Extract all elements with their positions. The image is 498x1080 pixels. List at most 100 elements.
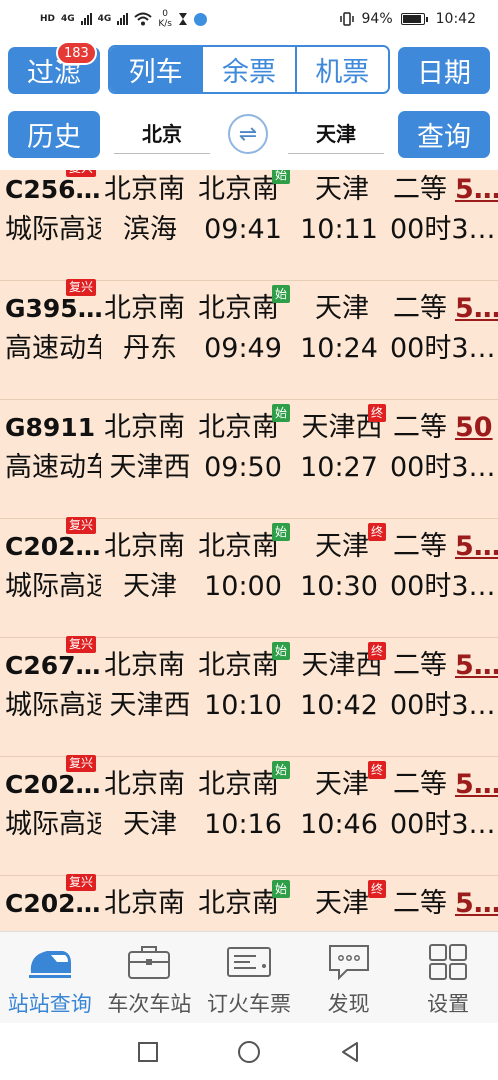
departure-time: 10:10 [204,690,282,721]
train-row[interactable]: C267… 城际高速 北京南 北京南 天津西 二等 5… 天津西 10:10 10:42 00时3…… [0,636,498,757]
ticket-icon [225,942,273,982]
train-type: 城际高速 [5,809,101,840]
tab-remaining-tickets[interactable]: 余票 [201,47,295,92]
terminal-station: 天津 [123,809,177,840]
to-station: 天津 [315,174,369,205]
ticket-price[interactable]: 5… [455,884,498,924]
date-button[interactable]: 日期 [398,47,490,94]
nav-label: 设置 [427,992,470,1016]
ticket-price[interactable]: 5… [455,170,498,210]
origin-badge: 始 [272,523,290,541]
sim2-network: 4G [97,14,112,24]
nav-discover[interactable]: 发现 [299,932,399,1023]
terminus-badge: 终 [368,523,386,541]
origin-badge: 始 [272,761,290,779]
departure-time: 09:49 [204,333,282,364]
sim1-network: 4G [61,14,75,24]
fuxing-badge: 复兴 [66,279,97,296]
origin-badge: 始 [272,880,290,898]
train-row[interactable]: G8911 高速动车 北京南 北京南 天津西 二等 50 天津西 09:50 10:27 00时3…… [0,400,498,519]
duration: 00时3… [390,571,496,602]
ticket-price[interactable]: 5… [455,765,498,805]
terminal-station: 天津西 [109,452,191,483]
origin-badge: 始 [272,642,290,660]
duration: 00时3… [390,690,496,721]
from-station-field[interactable]: 北京 [114,112,210,154]
nav-train-station[interactable]: 车次车站 [100,932,200,1023]
home-button[interactable] [237,1040,261,1064]
fuxing-badge: 复兴 [66,170,97,177]
origin-badge: 始 [272,170,290,184]
seat-class: 二等 [393,888,447,919]
duration: 00时3… [390,809,496,840]
from-station: 北京南 [104,174,185,205]
nav-station-query[interactable]: 站站查询 [0,932,100,1023]
tab-flights[interactable]: 机票 [294,47,388,92]
arrival-time: 10:30 [300,571,378,602]
ticket-price[interactable]: 5… [455,289,498,329]
terminal-station: 天津西 [109,690,191,721]
from-station: 北京南 [104,650,185,681]
train-type [5,924,101,931]
seat-class: 二等 [393,531,447,562]
duration [390,924,498,931]
seat-class: 二等 [393,650,447,681]
train-type: 高速动车 [5,452,101,483]
nav-label: 发现 [327,992,370,1016]
history-button[interactable]: 历史 [8,111,100,158]
ticket-price[interactable]: 5… [455,527,498,567]
duration: 00时3… [390,452,496,483]
seat-class: 二等 [393,293,447,324]
signal-icon-2 [117,13,129,25]
nav-label: 订火车票 [206,992,291,1016]
recents-button[interactable] [137,1041,159,1063]
train-row[interactable]: G395… 高速动车 北京南 北京南 天津 二等 5… 丹东 09:49 10:24 00时3… 复兴… [0,279,498,400]
arrival-time: 10:24 [300,333,378,364]
swap-stations-button[interactable]: ⇌ [228,114,268,154]
grid-icon [424,942,472,982]
train-type: 城际高速 [5,571,101,602]
seat-class: 二等 [393,174,447,205]
terminal-station [102,924,198,931]
fuxing-badge: 复兴 [66,636,97,653]
to-station-field[interactable]: 天津 [288,112,384,154]
history-button-label: 历史 [27,122,81,153]
mode-tabs: 列车 余票 机票 [108,45,390,94]
train-type: 城际高速 [5,690,101,721]
fuxing-badge: 复兴 [66,517,97,534]
departure-time: 09:50 [204,452,282,483]
arrival-time: 10:42 [300,690,378,721]
from-station: 北京南 [104,531,185,562]
clock: 10:42 [435,11,476,27]
arrival-time: 10:27 [300,452,378,483]
tab-trains[interactable]: 列车 [110,47,202,92]
terminus-badge: 终 [368,642,386,660]
train-row[interactable]: C202… 城际高速 北京南 北京南 天津 二等 5… 天津 10:00 10:30 00时3… 复兴… [0,517,498,638]
seat-class: 二等 [393,412,447,443]
train-row[interactable]: C202… 北京南 北京南 天津 二等 5… 复兴始终 [0,874,498,931]
net-speed-value: 0 [162,9,168,19]
terminus-badge: 终 [368,404,386,422]
status-right: 94% 10:42 [339,11,476,27]
nav-settings[interactable]: 设置 [398,932,498,1023]
train-row[interactable]: C202… 城际高速 北京南 北京南 天津 二等 5… 天津 10:16 10:46 00时3… 复兴… [0,755,498,876]
train-row[interactable]: C256…城际高速北京南北京南天津二等5…滨海09:4110:1100时3…复兴… [0,170,498,281]
duration: 00时3… [390,333,496,364]
hd-indicator: HD [40,14,56,24]
nav-book-ticket[interactable]: 订火车票 [199,932,299,1023]
hourglass-icon [178,13,187,25]
train-icon [26,942,74,982]
terminal-station: 丹东 [123,333,177,364]
ticket-price[interactable]: 50 [455,408,498,448]
swap-icon: ⇌ [238,121,258,147]
ticket-price[interactable]: 5… [455,646,498,686]
wifi-icon [134,12,152,26]
back-button[interactable] [339,1041,361,1063]
status-left: HD 4G 4G 0 K/s [40,9,207,29]
train-list[interactable]: C256…城际高速北京南北京南天津二等5…滨海09:4110:1100时3…复兴… [0,170,498,931]
from-station: 北京南 [104,888,185,919]
fuxing-badge: 复兴 [66,755,97,772]
system-nav-bar [0,1023,498,1080]
bottom-nav: 站站查询 车次车站 订火车票 发现 设置 [0,931,498,1023]
query-button[interactable]: 查询 [398,111,490,158]
